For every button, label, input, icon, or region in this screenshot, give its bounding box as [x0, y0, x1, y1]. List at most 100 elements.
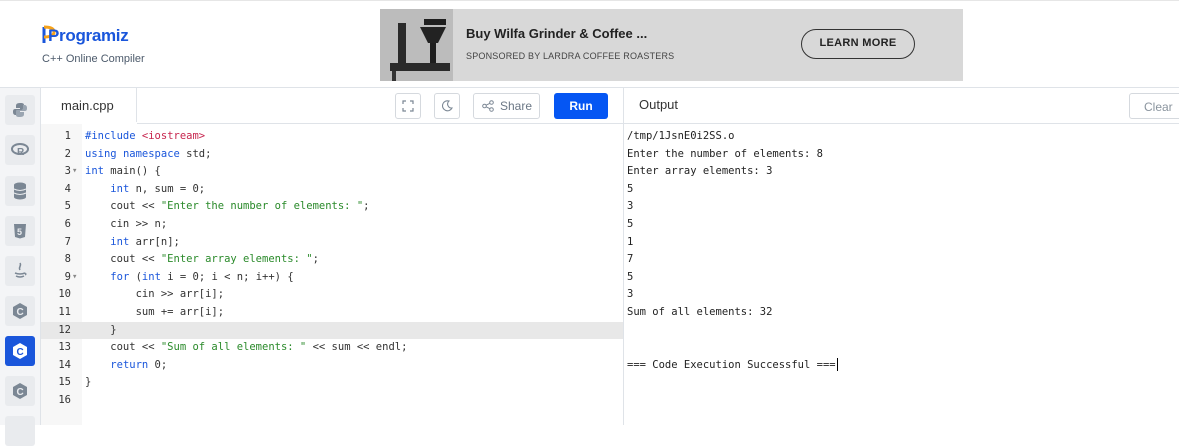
clear-button[interactable]: Clear: [1129, 93, 1179, 119]
code-text: cout << "Enter array elements: ";: [85, 253, 319, 266]
code-text: #include <iostream>: [85, 130, 206, 142]
code-line[interactable]: 15}: [41, 374, 623, 392]
fullscreen-button[interactable]: [395, 93, 421, 119]
pane-divider[interactable]: [623, 88, 624, 425]
line-number: 16: [58, 394, 71, 406]
fold-toggle-icon[interactable]: ▾: [72, 163, 77, 181]
output-console[interactable]: /tmp/1JsnE0i2SS.o Enter the number of ele…: [627, 124, 1179, 425]
code-line[interactable]: 14 return 0;: [41, 357, 623, 375]
output-line: 3: [627, 200, 634, 213]
csharp-icon[interactable]: C: [5, 376, 35, 406]
java-icon[interactable]: [5, 256, 35, 286]
python-icon[interactable]: [5, 95, 35, 125]
top-border: [0, 0, 1179, 3]
ad-sponsor: SPONSORED BY LARDRA COFFEE ROASTERS: [466, 51, 675, 61]
line-number: 10: [58, 288, 71, 301]
line-number: 9: [64, 270, 71, 283]
code-line[interactable]: 11 sum += arr[i];: [41, 304, 623, 322]
output-line: 5: [627, 270, 634, 283]
line-number: 12: [58, 323, 71, 336]
code-text: for (int i = 0; i < n; i++) {: [110, 270, 294, 283]
code-line[interactable]: 12 }: [41, 321, 623, 340]
theme-toggle-button[interactable]: [434, 93, 460, 119]
line-number: 14: [58, 358, 71, 371]
fold-toggle-icon[interactable]: ▾: [72, 269, 77, 287]
line-number: 7: [64, 235, 71, 248]
compiler-workspace: R 5 C C C main.cpp Share Run 1 #include …: [0, 87, 1179, 446]
code-line[interactable]: 7 int arr[n];: [41, 234, 623, 252]
output-line: /tmp/1JsnE0i2SS.o: [627, 130, 735, 142]
line-number: 2: [64, 147, 71, 160]
code-text: return 0;: [110, 358, 168, 371]
run-button[interactable]: Run: [554, 93, 608, 119]
code-line[interactable]: 9 ▾ for (int i = 0; i < n; i++) {: [41, 269, 623, 287]
share-icon: [482, 100, 494, 112]
code-line[interactable]: 1 #include <iostream>: [41, 128, 623, 146]
code-line[interactable]: 13 cout << "Sum of all elements: " << su…: [41, 339, 623, 357]
code-line[interactable]: 4 int n, sum = 0;: [41, 181, 623, 199]
code-text: cin >> n;: [85, 218, 168, 230]
code-line[interactable]: 3 ▾ int main() {: [41, 163, 623, 181]
code-text: int main() {: [85, 165, 161, 178]
line-number: 4: [64, 182, 71, 195]
output-header: Output Clear: [624, 88, 1179, 124]
output-line: 3: [627, 288, 634, 301]
code-line[interactable]: 2 using namespace std;: [41, 146, 623, 164]
language-sidebar: R 5 C C C: [0, 88, 41, 446]
code-line[interactable]: 8 cout << "Enter array elements: ";: [41, 251, 623, 269]
database-icon[interactable]: [5, 176, 35, 206]
html5-icon[interactable]: 5: [5, 216, 35, 246]
output-line: Sum of all elements: 32: [627, 306, 773, 318]
line-number: 5: [64, 200, 71, 213]
svg-text:R: R: [17, 147, 25, 157]
line-number: 1: [64, 130, 71, 142]
line-number: 8: [64, 253, 71, 266]
output-line: Enter array elements: 3: [627, 165, 773, 178]
code-text: cin >> arr[i];: [85, 288, 225, 301]
output-line: 5: [627, 182, 634, 195]
moon-icon: [442, 100, 453, 112]
svg-text:C: C: [17, 307, 24, 318]
output-line: 1: [627, 235, 634, 248]
share-button[interactable]: Share: [473, 93, 540, 119]
output-line: 5: [627, 218, 634, 230]
svg-text:C: C: [17, 387, 24, 398]
code-text: using namespace std;: [85, 147, 212, 160]
c-icon[interactable]: C: [5, 296, 35, 326]
output-line: === Code Execution Successful ===: [627, 358, 838, 372]
line-number: 6: [64, 218, 71, 230]
file-tab-main-cpp[interactable]: main.cpp: [41, 88, 137, 124]
line-number: 3: [64, 165, 71, 178]
share-label: Share: [500, 99, 533, 113]
logo-text: Programiz: [48, 26, 129, 45]
ad-title[interactable]: Buy Wilfa Grinder & Coffee ...: [466, 26, 647, 41]
line-number: 11: [58, 306, 71, 318]
page-subtitle: C++ Online Compiler: [42, 53, 145, 65]
code-text: sum += arr[i];: [85, 306, 225, 318]
cpp-icon[interactable]: C: [5, 336, 35, 366]
code-line[interactable]: 16: [41, 392, 623, 410]
output-line: Enter the number of elements: 8: [627, 147, 823, 160]
svg-text:C: C: [17, 347, 24, 358]
code-text: }: [85, 376, 92, 389]
code-text: }: [85, 323, 117, 336]
code-editor[interactable]: 1 #include <iostream> 2 using namespace std…: [41, 124, 623, 425]
output-title: Output: [639, 97, 679, 112]
text-cursor: [836, 358, 838, 372]
ad-banner[interactable]: Buy Wilfa Grinder & Coffee ... SPONSORED…: [380, 9, 963, 81]
learn-more-button[interactable]: LEARN MORE: [801, 29, 915, 59]
svg-text:5: 5: [17, 227, 22, 237]
code-line[interactable]: 6 cin >> n;: [41, 216, 623, 234]
code-line[interactable]: 5 cout << "Enter the number of elements:…: [41, 198, 623, 216]
r-icon[interactable]: R: [5, 135, 35, 165]
code-text: cout << "Enter the number of elements: "…: [85, 200, 370, 213]
code-text: cout << "Sum of all elements: " << sum <…: [85, 341, 408, 354]
ad-image: [380, 9, 453, 81]
more-language-icon[interactable]: [5, 416, 35, 446]
line-number: 15: [58, 376, 71, 389]
output-line: 7: [627, 253, 634, 266]
code-line[interactable]: 10 cin >> arr[i];: [41, 286, 623, 304]
editor-toolbar: main.cpp Share Run: [41, 88, 623, 124]
code-text: int arr[n];: [110, 235, 180, 248]
code-text: int n, sum = 0;: [110, 182, 206, 195]
